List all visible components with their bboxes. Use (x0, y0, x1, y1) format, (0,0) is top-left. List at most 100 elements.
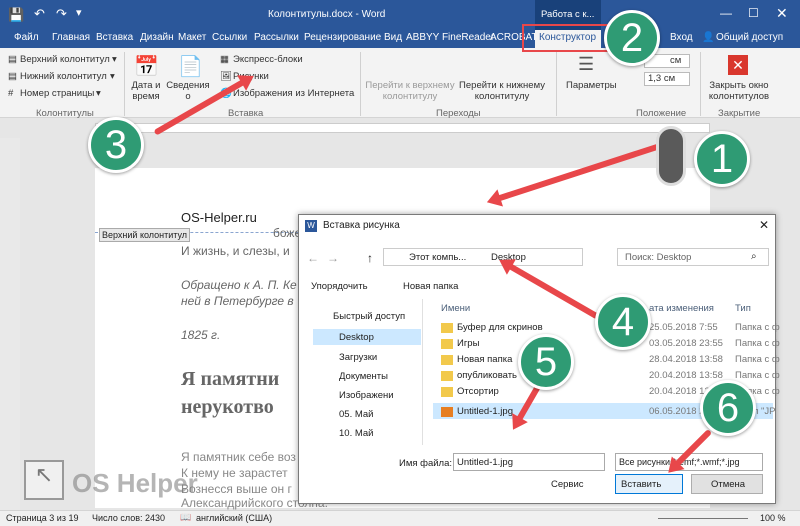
status-zoom[interactable]: 100 % (760, 513, 786, 523)
status-lang[interactable]: английский (США) (196, 513, 272, 523)
new-folder-button[interactable]: Новая папка (403, 281, 458, 292)
tab-abbyy[interactable]: ABBYY FineReader (406, 32, 494, 43)
footer-button[interactable]: Нижний колонтитул (20, 71, 107, 82)
zoom-slider[interactable] (658, 518, 748, 519)
goto-footer-button[interactable]: Перейти к нижнему колонтитулу (456, 80, 548, 102)
tab-home[interactable]: Главная (52, 32, 90, 43)
vertical-ruler (0, 138, 20, 510)
back-icon[interactable]: ← (307, 251, 319, 265)
chevron-down-icon[interactable]: ▾ (96, 88, 101, 99)
insert-button-label: Вставить (621, 479, 662, 490)
file-date: 25.05.2018 7:55 (649, 322, 718, 333)
position-bottom-value: 1,3 см (648, 73, 676, 84)
file-name[interactable]: Untitled-1.jpg (457, 406, 513, 417)
minimize-icon[interactable]: — (720, 6, 732, 20)
nav-item-desktop[interactable]: Desktop (339, 332, 374, 343)
file-type: Папка с ф (735, 322, 780, 333)
status-page[interactable]: Страница 3 из 19 (6, 513, 78, 523)
footer-icon: ▤ (8, 71, 17, 82)
online-pictures-button[interactable]: Изображения из Интернета (233, 88, 354, 99)
express-blocks-icon: ▦ (220, 54, 229, 65)
word-icon: W (305, 220, 317, 232)
file-name[interactable]: Игры (457, 338, 479, 349)
close-header-button[interactable]: Закрыть окно колонтитулов (702, 80, 776, 102)
file-type: Папка с ф (735, 354, 780, 365)
file-name[interactable]: Отсортир (457, 386, 499, 397)
share-icon[interactable]: 👤 (702, 32, 714, 43)
chevron-down-icon[interactable]: ▾ (110, 71, 115, 82)
chevron-down-icon[interactable]: ▾ (112, 54, 117, 65)
file-name[interactable]: опубликовать (457, 370, 517, 381)
document-year: 1825 г. (181, 328, 221, 342)
nav-item-documents[interactable]: Документы (339, 371, 388, 382)
image-file-icon (441, 407, 453, 417)
file-name[interactable]: Новая папка (457, 354, 512, 365)
tab-insert[interactable]: Вставка (96, 32, 133, 43)
column-type[interactable]: Тип (735, 303, 751, 314)
badge-4: 4 (595, 294, 651, 350)
params-button[interactable]: Параметры (566, 80, 617, 91)
tab-share[interactable]: Общий доступ (716, 32, 783, 43)
tab-layout[interactable]: Макет (178, 32, 206, 43)
undo-icon[interactable]: ↶ (34, 6, 45, 22)
document-italic: Обращено к А. П. Ке (181, 278, 297, 292)
tab-mailings[interactable]: Рассылки (254, 32, 299, 43)
express-blocks-button[interactable]: Экспресс-блоки (233, 54, 303, 65)
tab-file[interactable]: Файл (14, 32, 39, 43)
goto-header-button[interactable]: Перейти к верхнему колонтитулу (364, 80, 456, 102)
save-icon[interactable]: 💾 (8, 7, 24, 23)
dialog-close-icon[interactable]: ✕ (759, 218, 769, 232)
tab-signin[interactable]: Вход (670, 32, 693, 43)
header-text[interactable]: OS-Helper.ru (181, 210, 257, 225)
doc-info-icon: 📄 (178, 56, 203, 78)
badge-5: 5 (518, 334, 574, 390)
proofing-icon[interactable]: 📖 (180, 512, 191, 523)
folder-icon (441, 323, 453, 333)
customize-icon[interactable]: ▾ (76, 6, 82, 19)
tab-view[interactable]: Вид (384, 32, 402, 43)
page-number-button[interactable]: Номер страницы (20, 88, 94, 99)
badge-6: 6 (700, 380, 756, 436)
nav-item-may5[interactable]: 05. Май (339, 409, 373, 420)
status-bar: Страница 3 из 19 Число слов: 2430 📖 англ… (0, 510, 800, 526)
document-heading: Я памятни (181, 368, 280, 390)
header-button[interactable]: Верхний колонтитул (20, 54, 110, 65)
nav-item-may10[interactable]: 10. Май (339, 428, 373, 439)
organize-button[interactable]: Упорядочить (311, 281, 368, 292)
folder-icon (441, 339, 453, 349)
filename-input[interactable]: Untitled-1.jpg (457, 457, 513, 468)
filter-value: Все рисунки(*.emf;*.wmf;*.jpg (619, 457, 740, 467)
page-number-icon: # (8, 88, 14, 99)
folder-icon (441, 371, 453, 381)
nav-item-pictures[interactable]: Изображени (339, 390, 394, 401)
date-time-button[interactable]: Дата и время (130, 80, 162, 102)
file-date: 28.04.2018 13:58 (649, 354, 723, 365)
nav-item-quick-access[interactable]: Быстрый доступ (333, 311, 405, 322)
column-date[interactable]: ата изменения (649, 303, 714, 314)
close-header-icon[interactable]: ✕ (728, 55, 748, 75)
nav-item-downloads[interactable]: Загрузки (339, 352, 377, 363)
document-body: Я памятник себе воз (181, 450, 296, 464)
maximize-icon[interactable]: ☐ (748, 6, 759, 20)
breadcrumb-computer[interactable]: Этот компь... (409, 252, 466, 263)
close-icon[interactable]: ✕ (776, 5, 788, 22)
watermark-text: OS Helper (72, 468, 198, 498)
document-heading: нерукотво (181, 396, 274, 418)
cancel-button-label: Отмена (711, 479, 746, 490)
ruler-scale (95, 123, 710, 133)
column-name[interactable]: Имени (441, 303, 470, 314)
search-icon[interactable]: ⌕ (751, 251, 757, 262)
redo-icon[interactable]: ↷ (56, 6, 67, 22)
folder-icon (441, 355, 453, 365)
tab-references[interactable]: Ссылки (212, 32, 247, 43)
tab-design[interactable]: Дизайн (140, 32, 174, 43)
up-icon[interactable]: ↑ (367, 251, 373, 265)
service-button[interactable]: Сервис (551, 479, 584, 490)
file-name[interactable]: Буфер для скринов (457, 322, 543, 333)
status-words[interactable]: Число слов: 2430 (92, 513, 165, 523)
tab-review[interactable]: Рецензирование (304, 32, 381, 43)
badge-3: 3 (88, 117, 144, 173)
search-input[interactable]: Поиск: Desktop (625, 252, 691, 263)
pictures-icon: 🖼 (220, 71, 233, 82)
forward-icon[interactable]: → (327, 251, 339, 265)
